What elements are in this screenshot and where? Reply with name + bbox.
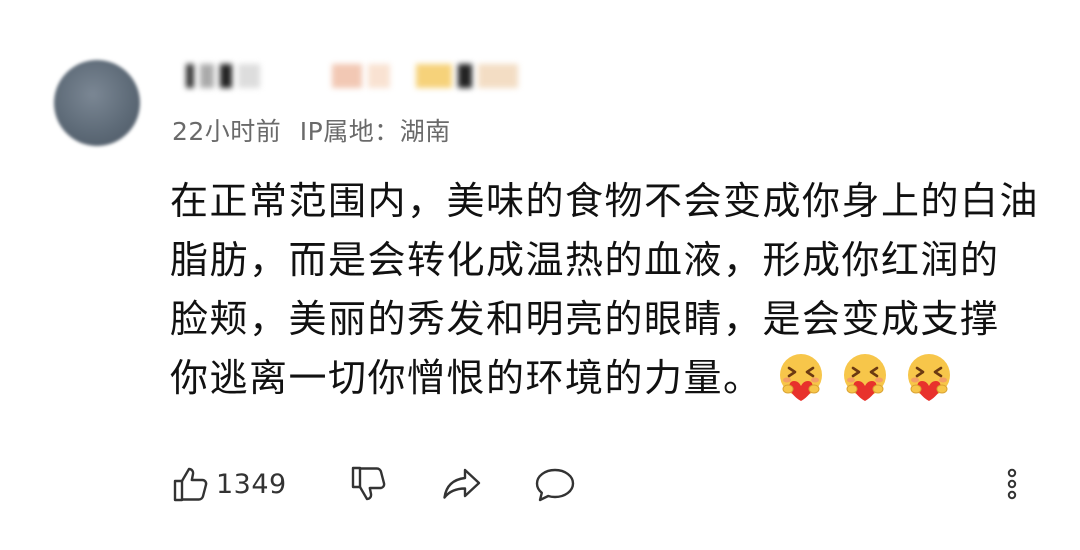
comment-line: 在正常范围内，美味的食物不会变成你身上的白油 bbox=[170, 179, 1040, 223]
username-blur-mark bbox=[220, 64, 232, 88]
more-button[interactable] bbox=[1002, 462, 1022, 506]
username-blur-gap bbox=[396, 64, 410, 88]
comment-body: 在正常范围内，美味的食物不会变成你身上的白油 脂肪，而是会转化成温热的血液，形成… bbox=[170, 172, 1040, 408]
username-blur-mark bbox=[200, 64, 214, 88]
share-button[interactable] bbox=[440, 462, 484, 506]
username-blur-mark bbox=[238, 64, 260, 88]
comment-line: 你逃离一切你憎恨的环境的力量。 bbox=[170, 356, 763, 400]
hug-heart-emoji bbox=[903, 351, 955, 403]
comment-line-last: 你逃离一切你憎恨的环境的力量。 bbox=[170, 349, 1040, 408]
avatar[interactable] bbox=[54, 60, 140, 146]
share-icon bbox=[443, 468, 481, 499]
like-button[interactable]: 1349 bbox=[170, 462, 287, 506]
ip-location: IP属地：湖南 bbox=[299, 117, 451, 146]
username[interactable]: 用户 bbox=[186, 58, 518, 94]
hug-heart-emoji bbox=[775, 351, 827, 403]
comment-line: 脸颊，美丽的秀发和明亮的眼睛，是会变成支撑 bbox=[170, 297, 1000, 341]
comment-time: 22小时前 bbox=[172, 117, 282, 146]
reply-icon bbox=[535, 468, 575, 502]
username-blur-mark bbox=[416, 64, 452, 88]
thumbs-up-icon bbox=[173, 467, 208, 502]
like-count: 1349 bbox=[216, 468, 287, 500]
username-blur-mark bbox=[186, 64, 194, 88]
username-blur-mark bbox=[332, 64, 362, 88]
comment-line: 脂肪，而是会转化成温热的血液，形成你红润的 bbox=[170, 238, 1000, 282]
username-blur-mark bbox=[368, 64, 390, 88]
more-icon bbox=[1007, 468, 1017, 500]
reply-button[interactable] bbox=[533, 462, 577, 506]
username-blur-mark bbox=[478, 64, 518, 88]
comment-actions: 1349 bbox=[170, 462, 1040, 506]
username-blur-gap bbox=[266, 64, 326, 88]
thumbs-down-icon bbox=[351, 466, 386, 501]
username-blur-mark bbox=[458, 64, 472, 88]
comment-card: 用户 22小时前 IP属地：湖南 在正常范围内，美味的食物不会变成你身上的白油 … bbox=[0, 0, 1080, 550]
dislike-button[interactable] bbox=[348, 462, 388, 506]
hug-heart-emoji bbox=[839, 351, 891, 403]
comment-meta: 22小时前 IP属地：湖南 bbox=[172, 112, 461, 148]
